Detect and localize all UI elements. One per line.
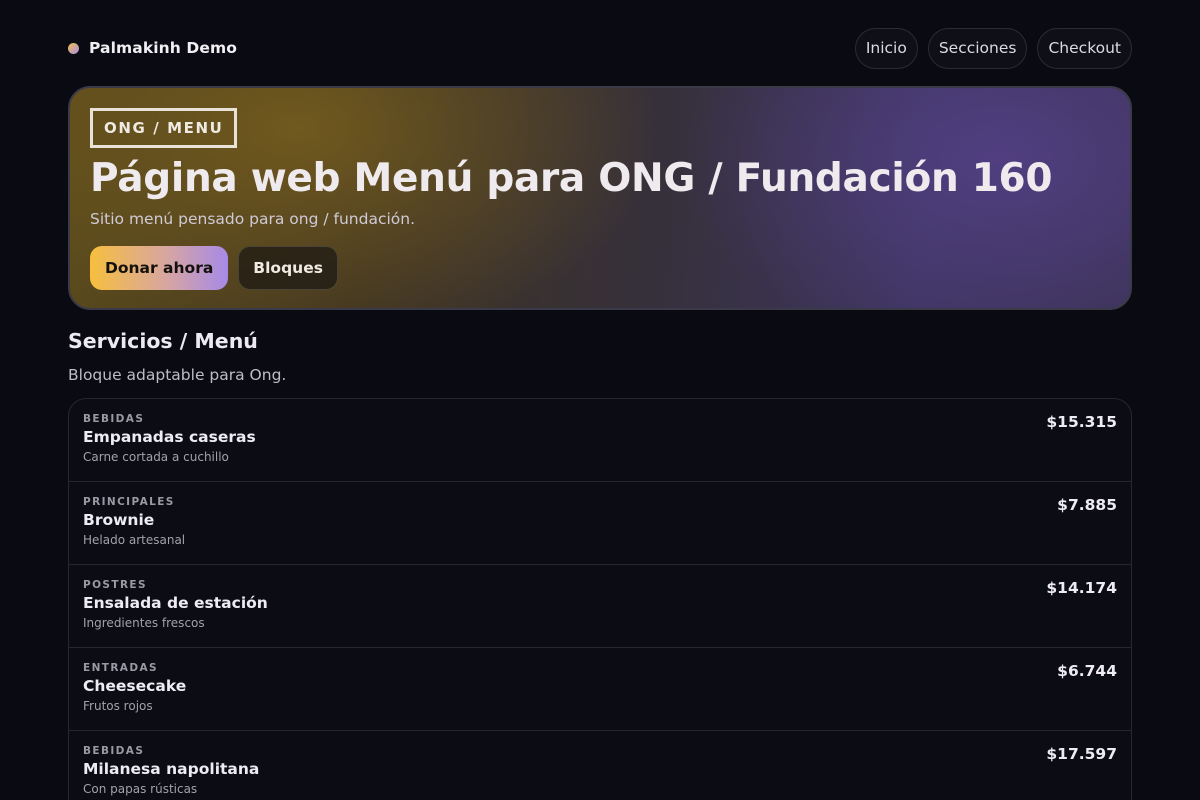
menu-item-category: ENTRADAS [83,662,158,674]
hero-banner: ONG / MENU Página web Menú para ONG / Fu… [68,86,1132,310]
page: Palmakinh Demo Inicio Secciones Checkout… [0,0,1200,800]
nav-link-inicio[interactable]: Inicio [854,27,918,69]
menu-item-price: $17.597 [1046,745,1117,763]
brand-logo-dot [68,42,79,54]
menu-item-price: $14.174 [1046,579,1117,597]
menu-item[interactable]: PRINCIPALES Brownie Helado artesanal $7.… [69,482,1131,565]
menu-item[interactable]: BEBIDAS Milanesa napolitana Con papas rú… [69,731,1131,800]
hero-title: Página web Menú para ONG / Fundación 160 [90,156,1053,201]
menu-item-name: Cheesecake [83,677,187,695]
menu-item-category: PRINCIPALES [83,496,175,508]
menu-item[interactable]: BEBIDAS Empanadas caseras Carne cortada … [69,399,1131,482]
brand[interactable]: Palmakinh Demo [68,39,237,57]
section-subtitle: Bloque adaptable para Ong. [68,366,287,384]
top-bar: Palmakinh Demo Inicio Secciones Checkout [68,27,1132,69]
menu-item-description: Con papas rústicas [83,782,198,796]
nav-link-secciones[interactable]: Secciones [927,27,1028,69]
menu-item[interactable]: POSTRES Ensalada de estación Ingrediente… [69,565,1131,648]
main-nav: Inicio Secciones Checkout [854,27,1132,69]
donate-button[interactable]: Donar ahora [90,246,229,290]
menu-item-price: $15.315 [1046,413,1117,431]
nav-link-checkout[interactable]: Checkout [1037,27,1132,69]
menu-item-name: Milanesa napolitana [83,760,260,778]
menu-item-category: BEBIDAS [83,745,145,757]
menu-item[interactable]: ENTRADAS Cheesecake Frutos rojos $6.744 [69,648,1131,731]
brand-name: Palmakinh Demo [89,39,237,57]
menu-item-description: Ingredientes frescos [83,616,205,630]
menu-list: BEBIDAS Empanadas caseras Carne cortada … [68,398,1132,800]
blocks-button[interactable]: Bloques [238,246,338,290]
menu-item-price: $7.885 [1057,496,1117,514]
menu-item-name: Ensalada de estación [83,594,268,612]
hero-actions: Donar ahora Bloques [90,246,338,290]
menu-item-price: $6.744 [1057,662,1117,680]
menu-item-name: Brownie [83,511,155,529]
menu-item-description: Carne cortada a cuchillo [83,450,229,464]
hero-subtitle: Sitio menú pensado para ong / fundación. [90,210,416,228]
section-title: Servicios / Menú [68,329,258,353]
menu-item-description: Helado artesanal [83,533,186,547]
menu-item-name: Empanadas caseras [83,428,256,446]
menu-item-category: POSTRES [83,579,147,591]
menu-item-description: Frutos rojos [83,699,153,713]
hero-badge: ONG / MENU [90,108,238,148]
menu-item-category: BEBIDAS [83,413,145,425]
